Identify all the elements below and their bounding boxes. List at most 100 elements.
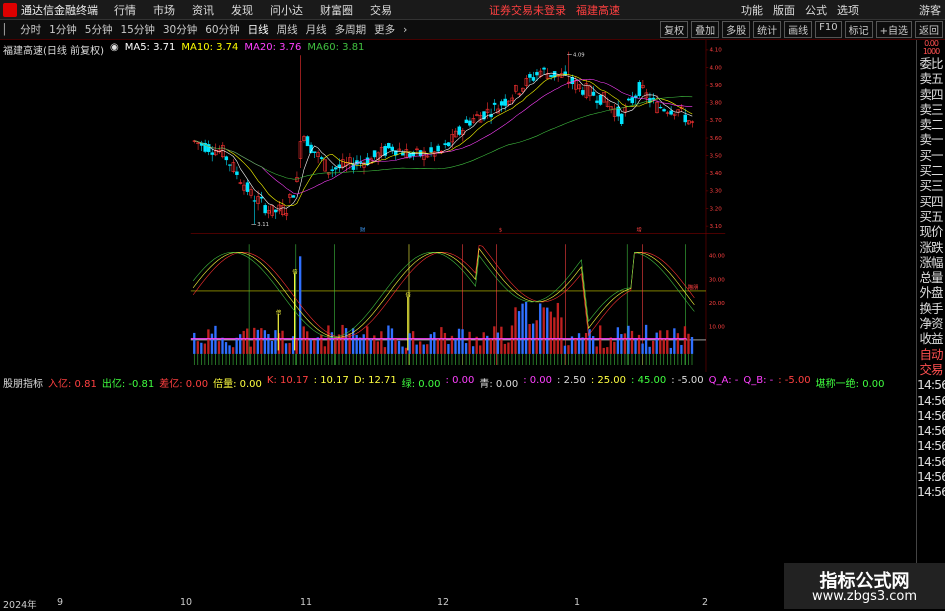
tab-1min[interactable]: 1分钟 (49, 22, 77, 37)
volume-bar (556, 302, 560, 354)
back-button[interactable]: 返回 (915, 21, 943, 38)
menu-discover[interactable]: 发现 (231, 2, 253, 18)
volume-bar (419, 341, 422, 354)
menu-layout[interactable]: 版面 (773, 2, 795, 18)
volume-bar (669, 347, 672, 354)
price-axis: 4.10 4.00 3.90 3.80 3.70 3.60 3.50 3.40 3.30 3.20… (705, 48, 722, 230)
volume-bar (284, 343, 288, 354)
volume-bar (376, 341, 379, 354)
settings-dot-icon[interactable]: ◉ (110, 42, 119, 57)
indicator-legend-item: 倍量: 0.00 (213, 379, 262, 390)
indicator-legend-item: 出亿: -0.81 (101, 379, 155, 390)
x-label-dec: 12 (437, 597, 450, 608)
volume-bar (479, 345, 482, 354)
guest-user[interactable]: 游客 (919, 2, 941, 18)
menu-functions[interactable]: 功能 (741, 2, 763, 18)
volume-bar (224, 342, 228, 354)
indicator-legend-item: 青: 0.00 (479, 379, 519, 390)
watermark: 指标公式网 www.zbgs3.com (784, 563, 945, 609)
volume-bar (217, 341, 221, 354)
side-panel-item[interactable]: 自动 (917, 347, 945, 362)
volume-bar (616, 327, 620, 354)
side-panel-item: 买四 (919, 193, 943, 209)
volume-bar (666, 330, 669, 354)
tab-daily[interactable]: 日线 (248, 22, 269, 37)
restore-rights-button[interactable]: 复权 (660, 21, 689, 38)
side-panel-item: 卖二 (919, 117, 943, 133)
tab-intraday[interactable]: 分时 (20, 22, 41, 37)
volume-bar (429, 334, 432, 354)
candle-body (598, 95, 603, 105)
indicator-legend-item: 差亿: 0.00 (159, 379, 209, 390)
volume-bar (249, 346, 252, 354)
volume-bar (355, 334, 358, 354)
overlay-button[interactable]: 叠加 (691, 21, 720, 38)
side-panel-item: 卖一 (919, 132, 943, 148)
volume-bar (567, 345, 570, 354)
chevron-right-icon[interactable]: › (403, 24, 407, 36)
tab-30min[interactable]: 30分钟 (163, 22, 197, 37)
menu-market[interactable]: 市场 (153, 2, 175, 18)
tab-monthly[interactable]: 月线 (306, 22, 327, 37)
pin-icon[interactable]: ▏ (4, 24, 12, 36)
statistics-button[interactable]: 统计 (753, 21, 782, 38)
volume-bar (595, 346, 598, 354)
candle-body (651, 97, 656, 100)
event-mark[interactable]: 财 (360, 225, 365, 233)
moving-average-lines (194, 72, 693, 210)
side-panel-item[interactable]: 交易 (917, 362, 945, 377)
ma10-label: MA10: 3.74 (181, 42, 239, 53)
candle-body (627, 98, 631, 101)
event-mark[interactable]: 增 (637, 225, 642, 233)
menu-ask[interactable]: 问小达 (270, 2, 303, 18)
indicator-legend-item: Q_B: - (743, 375, 774, 386)
price-tick-label: 3.50 (709, 153, 722, 159)
ma20-line (194, 78, 693, 195)
indicator-bars: 瞄朋倍倍倍 (190, 244, 706, 365)
tab-multi-period[interactable]: 多周期 (335, 22, 367, 37)
side-panel-item: 买五 (919, 208, 943, 224)
volume-bar (454, 339, 457, 354)
tab-60min[interactable]: 60分钟 (205, 22, 239, 37)
menu-formula[interactable]: 公式 (805, 2, 827, 18)
candle-body (252, 200, 257, 202)
tab-weekly[interactable]: 周线 (277, 22, 298, 37)
kline-chart[interactable]: 4.10 4.00 3.90 3.80 3.70 3.60 3.50 3.40 3.30 3.20… (0, 40, 916, 372)
side-panel-item: 委比 (919, 56, 943, 71)
volume-bar (221, 337, 224, 354)
indicator-tick-label: 10.00 (709, 325, 725, 331)
menu-trade[interactable]: 交易 (370, 2, 392, 18)
draw-line-button[interactable]: 画线 (784, 21, 813, 38)
indicator-legend-item: : 25.00 (590, 375, 627, 386)
volume-bar (397, 340, 401, 354)
volume-bar (602, 347, 605, 354)
add-watchlist-button[interactable]: +自选 (875, 21, 912, 38)
indicator-name[interactable]: 股朋指标 (3, 375, 43, 390)
f10-button[interactable]: F10 (815, 21, 842, 38)
volume-bar (207, 329, 210, 354)
candle-body (263, 205, 267, 214)
mark-button[interactable]: 标记 (844, 21, 873, 38)
side-panel-item: 净资 (919, 316, 943, 332)
multi-stock-button[interactable]: 多股 (722, 21, 751, 38)
volume-bar (263, 330, 267, 354)
indicator-tick-label: 20.00 (709, 301, 725, 307)
menu-options[interactable]: 选项 (837, 2, 859, 18)
indicator-d-line (192, 247, 695, 338)
tab-5min[interactable]: 5分钟 (85, 22, 113, 37)
volume-bar (306, 331, 309, 354)
indicator-legend-item: 绿: 0.00 (401, 379, 441, 390)
menu-market-quotes[interactable]: 行情 (114, 2, 136, 18)
tab-more[interactable]: 更多 (374, 22, 395, 37)
tab-15min[interactable]: 15分钟 (120, 22, 154, 37)
candle-body (492, 102, 497, 105)
login-status[interactable]: 证券交易未登录 (489, 2, 566, 18)
menu-news[interactable]: 资讯 (192, 2, 214, 18)
event-mark[interactable]: $ (499, 227, 502, 233)
volume-bar (323, 346, 327, 354)
volume-bar (344, 328, 348, 354)
menu-wealth[interactable]: 财富圈 (320, 2, 353, 18)
volume-bar (366, 326, 369, 354)
watermark-url: www.zbgs3.com (811, 589, 918, 604)
volume-bar (302, 326, 305, 354)
